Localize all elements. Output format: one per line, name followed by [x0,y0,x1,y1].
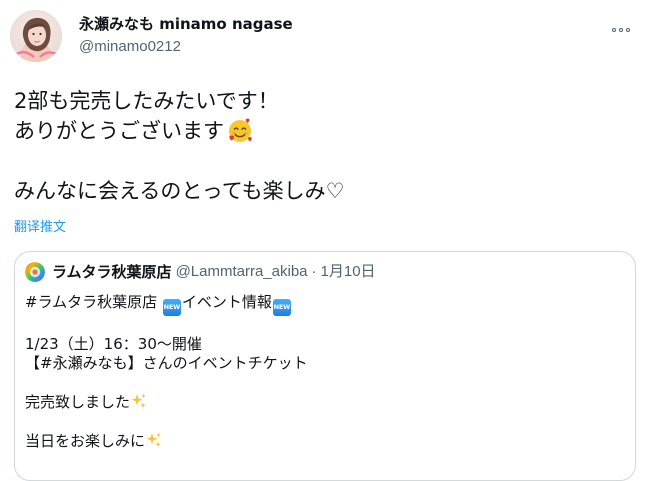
quoted-line [25,316,625,335]
author-display-name[interactable]: 永瀬みなも minamo nagase [79,14,499,34]
avatar-image [10,10,62,62]
more-icon [619,28,623,32]
tweet-line: 2部も完売したみたいです！ [14,89,279,113]
shop-logo-graphic [25,262,45,282]
quoted-line-text: 完売致しました [25,393,131,411]
quoted-line-text: 当日をお楽しみに [25,432,146,450]
more-icon [612,28,616,32]
quoted-date-separator: · [311,263,317,280]
quoted-line: 1/23（土）16：30～開催 [25,335,202,353]
author-handle[interactable]: @minamo0212 [79,37,499,57]
author-names: 永瀬みなも minamo nagase @minamo0212 [79,14,499,57]
tweet-line-text: ありがとうございます [14,119,224,143]
smiling-face-with-hearts-icon [226,116,254,144]
quoted-line [25,412,625,431]
quoted-author-name[interactable]: ラムタラ秋葉原店 [52,262,172,282]
quoted-author-handle[interactable]: @Lammtarra_akiba [176,262,308,282]
sparkles-graphic [146,432,162,448]
quoted-tweet-header: ラムタラ秋葉原店 @Lammtarra_akiba · 1月10日 [25,262,376,282]
sparkles-graphic [131,393,147,409]
quoted-line: #ラムタラ秋葉原店 NEW イベント情報 NEW [25,293,625,316]
sparkles-icon [130,392,148,410]
quoted-line: 当日をお楽しみに [25,431,625,451]
shop-logo-icon[interactable] [25,262,45,282]
author-avatar[interactable] [10,10,62,62]
quoted-line: 完売致しました [25,392,625,412]
quoted-line [25,373,625,392]
translate-tweet-link[interactable]: 翻译推文 [14,219,66,236]
sparkles-icon [145,431,163,449]
tweet-line: ありがとうございます [14,116,634,146]
quoted-line-text: イベント情報 [181,293,272,311]
tweet-text: 2部も完売したみたいです！ ありがとうございます みんなに会えるのとっても楽しみ… [14,86,634,206]
quoted-tweet-text: #ラムタラ秋葉原店 NEW イベント情報 NEW 1/23（土）16：30～開催 【… [25,293,625,451]
new-badge-icon: NEW [272,299,291,316]
smiling-face-with-hearts-graphic [229,118,252,142]
more-options-button[interactable] [607,20,635,40]
quoted-line: 【#永瀬みなも】さんのイベントチケット [25,354,308,372]
more-icon [626,28,630,32]
quoted-tweet-date[interactable]: 1月10日 [321,262,376,282]
tweet-line: みんなに会えるのとっても楽しみ♡ [14,179,345,203]
quoted-tweet-card[interactable]: ラムタラ秋葉原店 @Lammtarra_akiba · 1月10日 #ラムタラ秋… [14,251,636,481]
new-badge-icon: NEW [162,299,181,316]
tweet-header: 永瀬みなも minamo nagase @minamo0212 [10,10,639,66]
tweet-line [14,146,634,176]
quoted-hashtag-text[interactable]: #ラムタラ秋葉原店 [25,293,162,311]
